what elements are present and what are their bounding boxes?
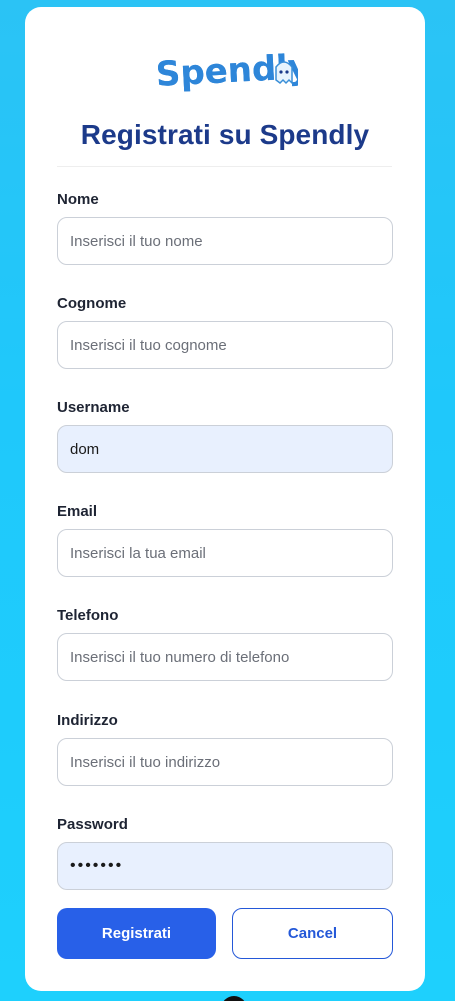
ghost-icon (275, 61, 293, 85)
password-label: Password (57, 816, 128, 833)
username-field: Username (57, 398, 393, 473)
nome-input[interactable] (57, 217, 393, 265)
registration-card: Spendly Spendly Registrati su Spendly No… (25, 7, 425, 991)
telefono-input[interactable] (57, 633, 393, 681)
scroll-indicator (221, 996, 247, 1001)
cognome-input[interactable] (57, 321, 393, 369)
telefono-field: Telefono (57, 606, 393, 681)
cognome-field: Cognome (57, 294, 393, 369)
password-field: Password (57, 815, 393, 890)
divider (57, 166, 392, 167)
indirizzo-label: Indirizzo (57, 712, 118, 729)
telefono-label: Telefono (57, 607, 119, 624)
nome-field: Nome (57, 190, 393, 265)
register-button[interactable]: Registrati (57, 908, 216, 959)
username-label: Username (57, 399, 130, 416)
username-input[interactable] (57, 425, 393, 473)
cognome-label: Cognome (57, 295, 127, 312)
cancel-button[interactable]: Cancel (232, 908, 393, 959)
email-field: Email (57, 502, 393, 577)
indirizzo-field: Indirizzo (57, 711, 393, 786)
email-input[interactable] (57, 529, 393, 577)
page-title: Registrati su Spendly (80, 119, 370, 150)
spendly-logo: Spendly Spendly (25, 45, 425, 97)
indirizzo-input[interactable] (57, 738, 393, 786)
nome-label: Nome (57, 191, 99, 208)
password-input[interactable] (57, 842, 393, 890)
email-label: Email (57, 503, 98, 520)
